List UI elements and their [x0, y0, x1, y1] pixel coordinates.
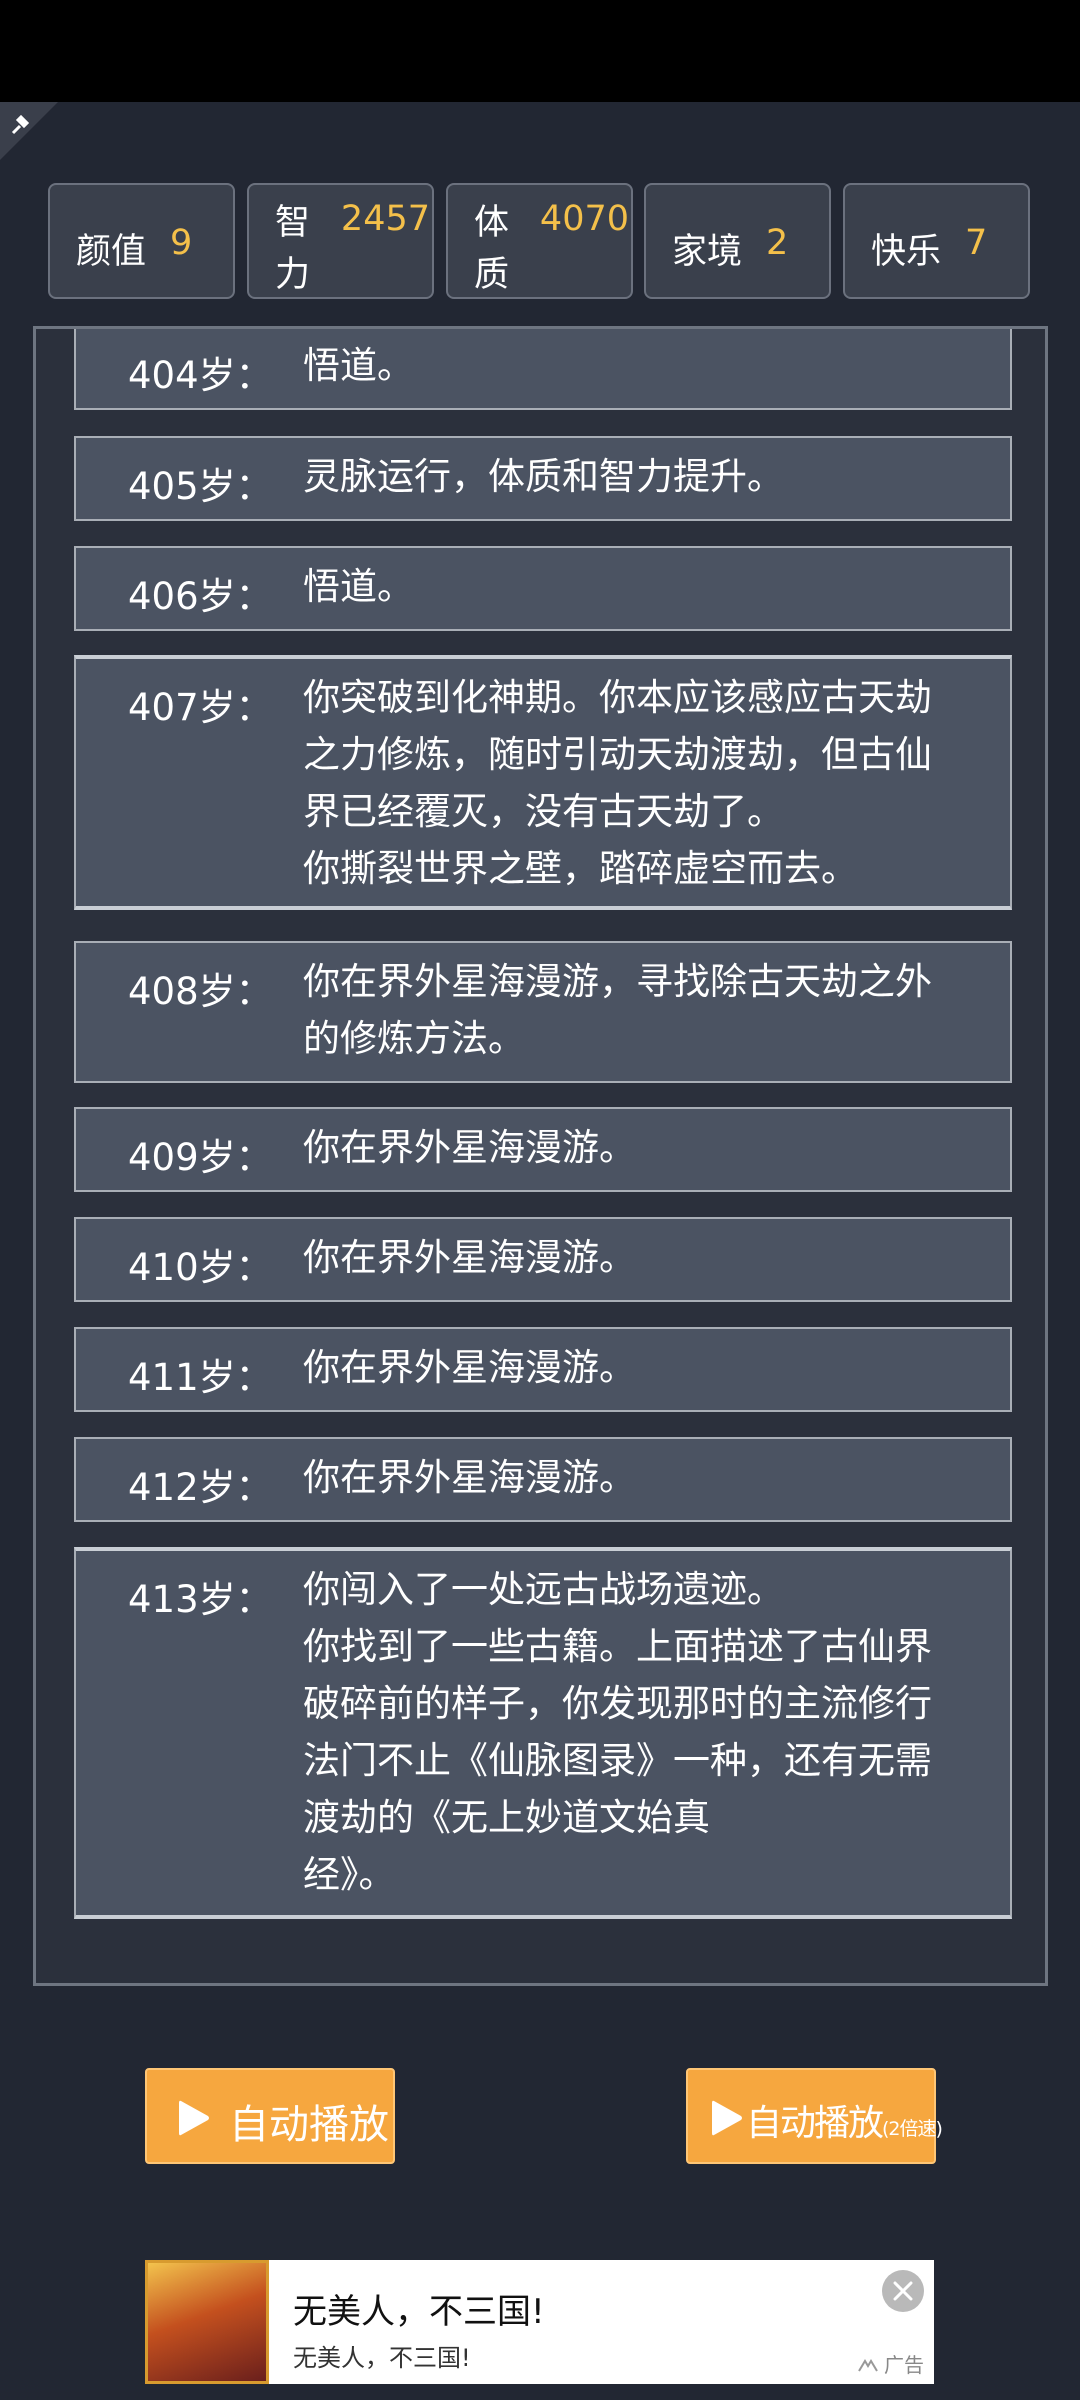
log-text: 你突破到化神期。你本应该感应古天劫之力修炼，随时引动天劫渡劫，但古仙界已经覆灭，…	[303, 676, 932, 890]
ad-banner[interactable]: 无美人，不三国! 无美人，不三国! 广告	[145, 2260, 934, 2384]
log-age: 406岁：	[128, 575, 273, 618]
stat-label: 颜值	[76, 232, 147, 272]
log-text: 悟道。	[303, 344, 414, 387]
log-text: 你在界外星海漫游。	[303, 1456, 636, 1499]
auto-play-2x-button[interactable]: 自动播放(2倍速)	[686, 2068, 943, 2164]
stat-label: 快乐	[871, 232, 942, 272]
log-age: 412岁：	[128, 1466, 273, 1509]
stat-label: 体质	[474, 203, 510, 295]
log-entry: 408岁： 你在界外星海漫游，寻找除古天劫之外的修炼方法。	[74, 941, 1012, 1083]
log-age: 411岁：	[128, 1356, 273, 1399]
log-text: 你在界外星海漫游，寻找除古天劫之外的修炼方法。	[303, 960, 932, 1060]
log-age: 405岁：	[128, 465, 273, 508]
stat-intelligence: 智力 2457	[247, 183, 434, 299]
stat-value: 7	[965, 223, 988, 263]
auto-play-2x-label: 自动播放(2倍速)	[746, 2094, 943, 2146]
stat-value: 9	[170, 223, 193, 263]
log-age: 409岁：	[128, 1136, 273, 1179]
status-bar	[0, 0, 1080, 102]
log-age: 408岁：	[128, 970, 273, 1013]
ad-subtitle[interactable]: 无美人，不三国!	[293, 2338, 471, 2373]
speed-suffix: (2倍速)	[882, 2118, 943, 2140]
stat-label: 智力	[275, 203, 311, 295]
stat-value: 4070	[539, 199, 629, 239]
auto-play-label: 自动播放	[229, 2102, 389, 2148]
stat-value: 2457	[340, 199, 430, 239]
log-text: 你闯入了一处远古战场遗迹。 你找到了一些古籍。上面描述了古仙界破碎前的样子，你发…	[303, 1568, 932, 1896]
log-entry: 410岁： 你在界外星海漫游。	[74, 1217, 1012, 1302]
log-entry: 407岁： 你突破到化神期。你本应该感应古天劫之力修炼，随时引动天劫渡劫，但古仙…	[74, 655, 1012, 910]
log-entry: 412岁： 你在界外星海漫游。	[74, 1437, 1012, 1522]
log-entry: 409岁： 你在界外星海漫游。	[74, 1107, 1012, 1192]
log-entry: 405岁： 灵脉运行，体质和智力提升。	[74, 436, 1012, 521]
close-icon	[893, 2281, 913, 2301]
auto-play-2x-text: 自动播放	[746, 2103, 884, 2144]
corner-menu-icon[interactable]	[0, 102, 58, 160]
log-text: 灵脉运行，体质和智力提升。	[303, 455, 784, 498]
log-text: 悟道。	[303, 565, 414, 608]
log-age: 404岁：	[128, 354, 273, 397]
log-text: 你在界外星海漫游。	[303, 1346, 636, 1389]
life-log[interactable]: 404岁： 悟道。 405岁： 灵脉运行，体质和智力提升。 406岁： 悟道。 …	[33, 326, 1048, 1986]
log-entry: 406岁： 悟道。	[74, 546, 1012, 631]
log-age: 410岁：	[128, 1246, 273, 1289]
play-icon	[712, 2100, 742, 2136]
ad-title[interactable]: 无美人，不三国!	[293, 2284, 545, 2333]
stat-appearance: 颜值 9	[48, 183, 235, 299]
stat-family: 家境 2	[644, 183, 831, 299]
stat-happiness: 快乐 7	[843, 183, 1030, 299]
log-age: 413岁：	[128, 1578, 273, 1621]
log-entry: 404岁： 悟道。	[74, 329, 1012, 410]
log-age: 407岁：	[128, 686, 273, 729]
ad-thumbnail[interactable]	[145, 2260, 269, 2384]
auto-play-button[interactable]: 自动播放	[145, 2068, 395, 2164]
stat-value: 2	[766, 223, 789, 263]
stat-constitution: 体质 4070	[446, 183, 633, 299]
ad-close-button[interactable]	[882, 2270, 924, 2312]
play-icon	[179, 2100, 209, 2136]
stat-label: 家境	[672, 232, 743, 272]
ad-label: 广告	[857, 2349, 924, 2378]
stats-bar: 颜值 9 智力 2457 体质 4070 家境 2 快乐 7	[48, 183, 1033, 301]
log-entry: 411岁： 你在界外星海漫游。	[74, 1327, 1012, 1412]
log-text: 你在界外星海漫游。	[303, 1236, 636, 1279]
log-entry: 413岁： 你闯入了一处远古战场遗迹。 你找到了一些古籍。上面描述了古仙界破碎前…	[74, 1547, 1012, 1919]
log-text: 你在界外星海漫游。	[303, 1126, 636, 1169]
ad-logo-icon	[857, 2359, 878, 2372]
ad-tag-text: 广告	[884, 2353, 924, 2377]
